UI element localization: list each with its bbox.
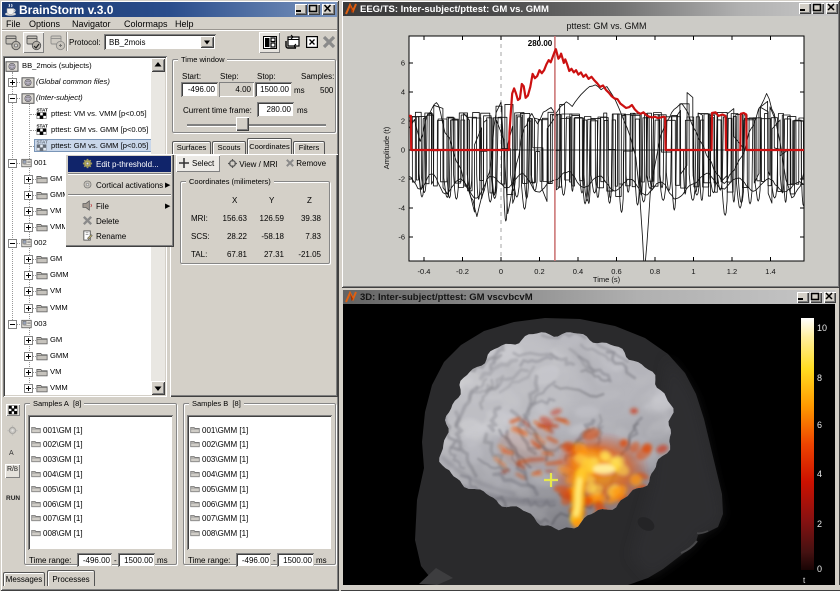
svg-text:0.4: 0.4 <box>573 267 583 276</box>
svg-text:STAT: STAT <box>36 140 48 145</box>
svg-text:6: 6 <box>817 420 822 430</box>
svg-text:2: 2 <box>401 117 405 126</box>
svg-text:t: t <box>803 576 806 585</box>
svg-text:-2: -2 <box>398 175 405 184</box>
svg-text:Amplitude (t): Amplitude (t) <box>382 126 391 169</box>
svg-text:280.00: 280.00 <box>528 39 553 48</box>
svg-text:1.4: 1.4 <box>765 267 775 276</box>
svg-text:Time (s): Time (s) <box>593 275 621 284</box>
svg-text:1: 1 <box>691 267 695 276</box>
svg-text:pttest: GM vs. GMM: pttest: GM vs. GMM <box>566 21 646 31</box>
svg-text:4: 4 <box>401 88 405 97</box>
svg-text:-4: -4 <box>398 204 405 213</box>
svg-text:STAT: STAT <box>36 108 48 113</box>
svg-text:0.8: 0.8 <box>650 267 660 276</box>
svg-text:10: 10 <box>817 323 827 333</box>
svg-text:0: 0 <box>401 146 405 155</box>
svg-text:6: 6 <box>401 59 405 68</box>
svg-text:0: 0 <box>499 267 503 276</box>
svg-text:2: 2 <box>817 519 822 529</box>
svg-text:-6: -6 <box>398 233 405 242</box>
svg-text:0.2: 0.2 <box>534 267 544 276</box>
svg-text:4: 4 <box>817 469 822 479</box>
svg-text:1.2: 1.2 <box>727 267 737 276</box>
svg-text:-0.4: -0.4 <box>418 267 431 276</box>
svg-text:STAT: STAT <box>36 124 48 129</box>
svg-text:8: 8 <box>817 373 822 383</box>
svg-text:-0.2: -0.2 <box>456 267 469 276</box>
svg-text:0: 0 <box>817 564 822 574</box>
